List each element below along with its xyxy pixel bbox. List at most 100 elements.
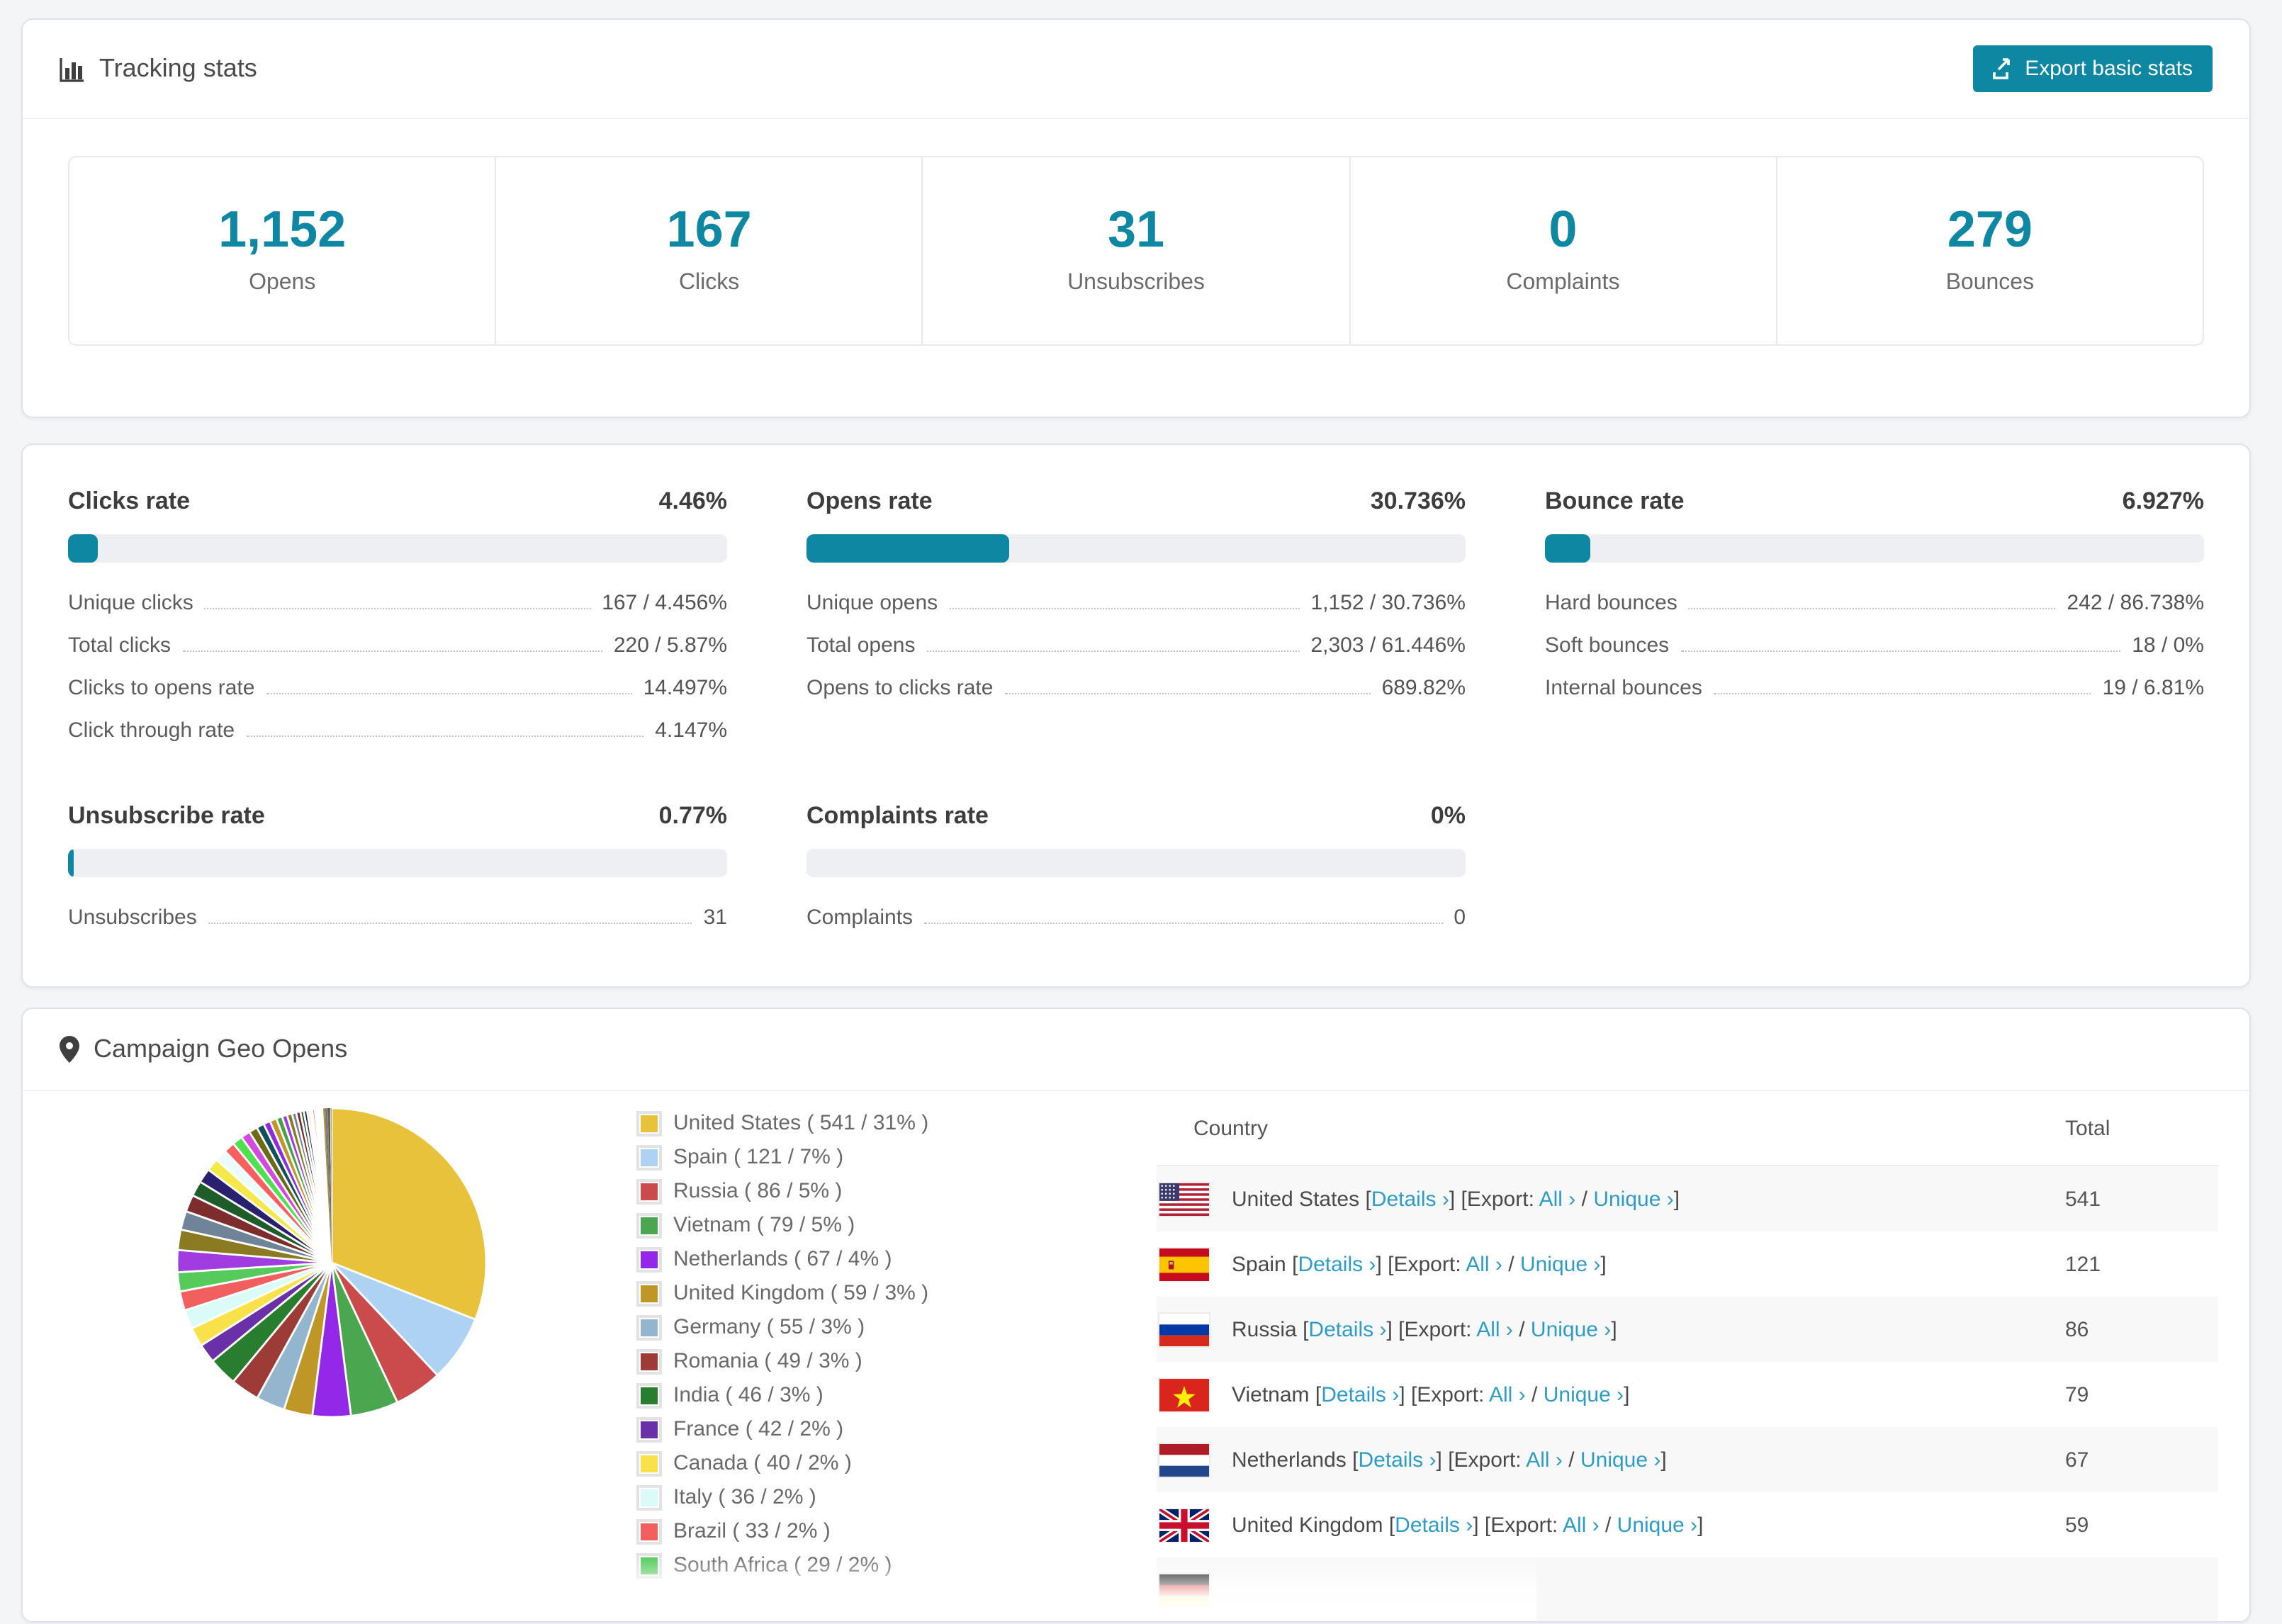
legend-color-swatch — [636, 1212, 662, 1238]
stat-value: 0 — [1548, 200, 1578, 258]
legend-item-united-kingdom: United Kingdom ( 59 / 3% ) — [636, 1280, 1107, 1306]
export-all-link[interactable]: All › — [1489, 1382, 1526, 1406]
flag-vn-icon — [1159, 1378, 1209, 1411]
details-link[interactable]: Details › — [1321, 1382, 1399, 1406]
legend-color-swatch — [636, 1144, 662, 1170]
export-all-link[interactable]: All › — [1466, 1252, 1502, 1276]
bracket: ] — [1673, 1187, 1680, 1211]
stat-label: Bounces — [1945, 271, 2035, 295]
export-all-link[interactable]: All › — [1526, 1448, 1563, 1472]
geo-opens-pie-chart — [175, 1107, 487, 1419]
stat-label: Clicks — [678, 271, 740, 295]
export-unique-link[interactable]: Unique › — [1544, 1382, 1624, 1406]
location-pin-icon — [60, 1036, 79, 1063]
rate-row-label: Unique opens — [806, 591, 938, 615]
legend-item-romania: Romania ( 49 / 3% ) — [636, 1348, 1107, 1374]
details-link[interactable]: Details › — [1358, 1448, 1436, 1472]
stat-label: Unsubscribes — [1067, 271, 1205, 295]
rate-row-value: 14.497% — [643, 676, 727, 700]
bracket: ] — [1449, 1187, 1456, 1211]
rate-row-value: 31 — [703, 906, 727, 930]
table-row-partial — [1157, 1557, 2218, 1621]
flag-ru-icon — [1159, 1313, 1209, 1346]
bracket: ] — [1600, 1252, 1607, 1276]
flag-nl-icon — [1159, 1443, 1209, 1476]
progress-bar-track — [806, 534, 1466, 563]
legend-color-swatch — [636, 1552, 662, 1578]
export-all-link[interactable]: All › — [1563, 1513, 1600, 1537]
export-button-label: Export basic stats — [2025, 57, 2193, 81]
total-cell: 86 — [2065, 1317, 2089, 1341]
stat-label: Opens — [249, 271, 316, 295]
rate-row: Unique opens 1,152 / 30.736% — [806, 591, 1466, 615]
rate-row-label: Hard bounces — [1545, 591, 1677, 615]
total-cell: 67 — [2065, 1448, 2089, 1472]
separator: / — [1568, 1448, 1575, 1472]
legend-item-brazil: Brazil ( 33 / 2% ) — [636, 1518, 1107, 1544]
rate-block-opens-rate: Opens rate 30.736% Unique opens 1,152 / 30.… — [806, 487, 1466, 743]
rate-row: Internal bounces 19 / 6.81% — [1545, 676, 2204, 700]
stat-unsubscribes: 31 Unsubscribes — [921, 157, 1349, 344]
rate-value: 0% — [1430, 802, 1466, 829]
summary-stats: 1,152 Opens 167 Clicks 31 Unsubscribes 0 Compla… — [68, 156, 2204, 346]
rate-row: Total opens 2,303 / 61.446% — [806, 633, 1466, 658]
rate-title: Opens rate — [806, 487, 933, 514]
rate-row-value: 1,152 / 30.736% — [1310, 591, 1466, 615]
page-title: Tracking stats — [99, 54, 257, 82]
details-link[interactable]: Details › — [1298, 1252, 1376, 1276]
legend-label: Germany ( 55 / 3% ) — [673, 1315, 865, 1339]
rate-title: Bounce rate — [1545, 487, 1685, 514]
legend-color-swatch — [636, 1484, 662, 1510]
progress-bar-track — [68, 849, 727, 877]
stat-clicks: 167 Clicks — [495, 157, 921, 344]
separator: / — [1531, 1382, 1538, 1406]
rate-row: Soft bounces 18 / 0% — [1545, 633, 2204, 658]
export-unique-link[interactable]: Unique › — [1520, 1252, 1600, 1276]
rate-block-complaints-rate: Complaints rate 0% Complaints 0 — [806, 802, 1466, 930]
export-unique-link[interactable]: Unique › — [1580, 1448, 1660, 1472]
export-unique-link[interactable]: Unique › — [1617, 1513, 1697, 1537]
geo-title: Campaign Geo Opens — [94, 1034, 348, 1063]
rate-title: Unsubscribe rate — [68, 802, 265, 829]
rate-row-value: 2,303 / 61.446% — [1310, 633, 1466, 658]
rate-row: Hard bounces 242 / 86.738% — [1545, 591, 2204, 615]
rate-value: 30.736% — [1370, 487, 1466, 514]
bracket: ] — [1399, 1382, 1405, 1406]
dotted-leader — [1713, 693, 2091, 694]
country-name: United States — [1232, 1187, 1360, 1211]
export-basic-stats-button[interactable]: Export basic stats — [1972, 45, 2213, 92]
legend-label: South Africa ( 29 / 2% ) — [673, 1553, 892, 1577]
export-prefix: [Export: — [1484, 1513, 1558, 1537]
export-unique-link[interactable]: Unique › — [1593, 1187, 1673, 1211]
legend-label: Romania ( 49 / 3% ) — [673, 1349, 862, 1373]
geo-pie-legend: United States ( 541 / 31% ) Spain ( 121 /… — [636, 1091, 1107, 1587]
country-cell: United States [Details ›] [Export: All ›… — [1232, 1187, 1680, 1211]
total-cell: 59 — [2065, 1513, 2089, 1537]
rate-title: Clicks rate — [68, 487, 190, 514]
rate-row-value: 689.82% — [1381, 676, 1466, 700]
stat-bounces: 279 Bounces — [1775, 157, 2203, 344]
export-all-link[interactable]: All › — [1539, 1187, 1576, 1211]
progress-bar-track — [806, 849, 1466, 877]
bracket: [ — [1388, 1513, 1395, 1537]
details-link[interactable]: Details › — [1308, 1317, 1386, 1341]
tracking-stats-header: Tracking stats Export basic stats — [23, 20, 2249, 119]
rate-row: Click through rate 4.147% — [68, 718, 727, 743]
dotted-leader — [1680, 650, 2121, 652]
details-link[interactable]: Details › — [1395, 1513, 1473, 1537]
geo-title-wrap: Campaign Geo Opens — [60, 1034, 347, 1064]
rate-row-label: Clicks to opens rate — [68, 676, 255, 700]
country-name: Russia — [1232, 1317, 1297, 1341]
export-unique-link[interactable]: Unique › — [1531, 1317, 1611, 1341]
table-row-russia: Russia [Details ›] [Export: All › / Uniq… — [1157, 1297, 2218, 1362]
details-link[interactable]: Details › — [1371, 1187, 1449, 1211]
legend-item-netherlands: Netherlands ( 67 / 4% ) — [636, 1246, 1107, 1272]
total-cell: 121 — [2065, 1252, 2101, 1276]
bracket: [ — [1292, 1252, 1298, 1276]
export-all-link[interactable]: All › — [1476, 1317, 1513, 1341]
progress-bar-fill — [68, 534, 98, 563]
country-cell: Vietnam [Details ›] [Export: All › / Uni… — [1232, 1382, 1629, 1406]
rate-block-bounce-rate: Bounce rate 6.927% Hard bounces 242 / 86.73… — [1545, 487, 2204, 743]
rate-value: 0.77% — [658, 802, 727, 829]
stat-complaints: 0 Complaints — [1349, 157, 1775, 344]
